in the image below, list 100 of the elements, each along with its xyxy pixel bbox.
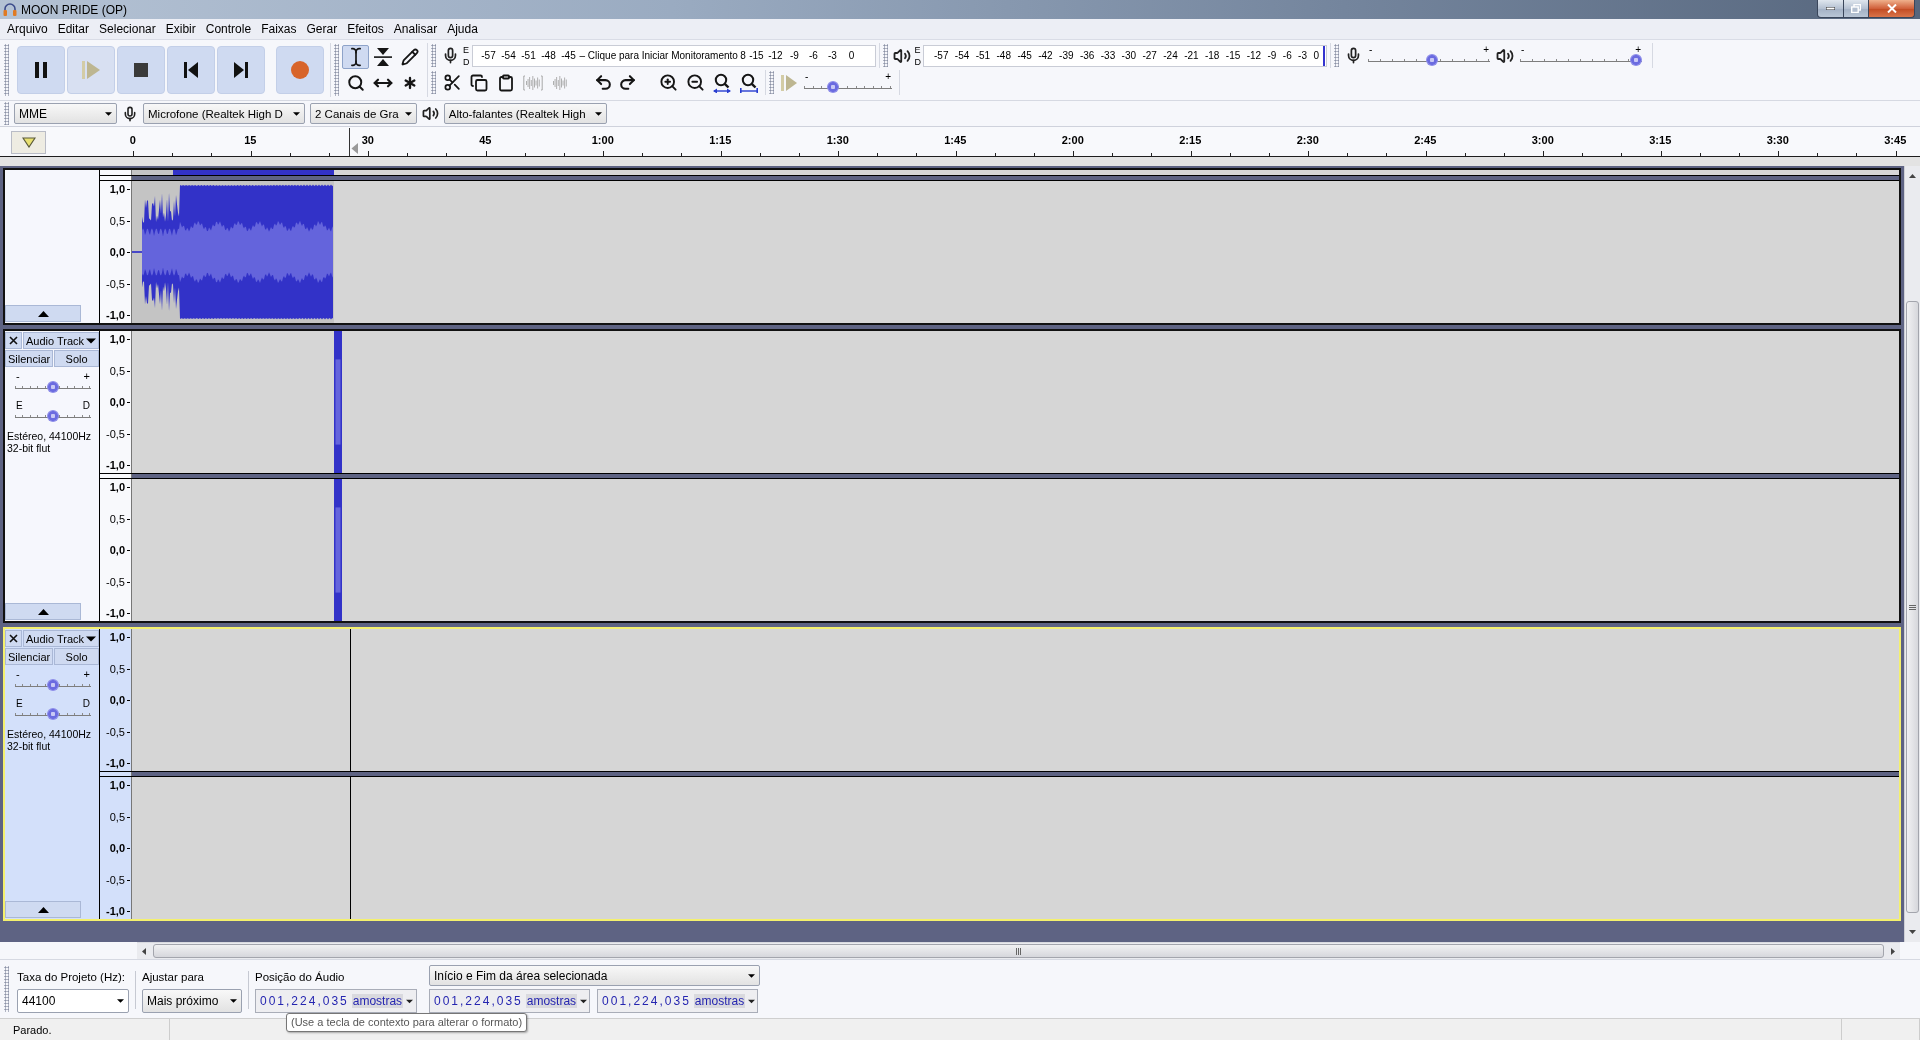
- amplitude-label: 0,0: [109, 694, 131, 707]
- snap-dropdown[interactable]: Mais próximo: [142, 989, 242, 1013]
- magnifier-arrows-icon: [739, 72, 759, 93]
- vertical-ruler[interactable]: 1,0 0,5 0,0 -0,5 -1,0: [100, 181, 132, 323]
- amplitude-label: 0,0: [109, 842, 131, 855]
- slider-thumb[interactable]: [47, 708, 59, 720]
- close-button[interactable]: [1869, 0, 1915, 18]
- tooltip: (Use a tecla de contexto para alterar o formato): [286, 1013, 528, 1032]
- toolbar-grip[interactable]: [4, 102, 9, 125]
- track-name-menu[interactable]: Audio Track: [23, 332, 100, 349]
- vertical-ruler[interactable]: 1,0 0,5 0,0 -0,5 -1,0: [100, 777, 132, 919]
- project-rate-dropdown[interactable]: 44100: [17, 989, 129, 1013]
- triangle-icon: [21, 137, 36, 148]
- output-device-dropdown[interactable]: Alto-falantes (Realtek High: [443, 103, 607, 124]
- vertical-ruler[interactable]: 1,0 0,5 0,0 -0,5 -1,0: [100, 331, 132, 473]
- toolbar-grip[interactable]: [4, 44, 9, 96]
- zoom-in-icon: [658, 73, 678, 92]
- toolbar-grip[interactable]: [769, 71, 774, 94]
- left-arrow-icon: [142, 947, 146, 955]
- menu-item[interactable]: Controle: [200, 19, 257, 39]
- toolbar-grip[interactable]: [431, 44, 436, 67]
- menu-item[interactable]: Analisar: [388, 19, 443, 39]
- amplitude-label: -1,0: [106, 757, 131, 770]
- menu-item[interactable]: Ajuda: [442, 19, 483, 39]
- slider-thumb[interactable]: [47, 410, 59, 422]
- stop-button[interactable]: [117, 46, 165, 94]
- menu-item[interactable]: Selecionar: [94, 19, 161, 39]
- volume-min-label: -: [1521, 45, 1525, 54]
- pause-button[interactable]: [17, 46, 65, 94]
- selection-mode-dropdown[interactable]: Início e Fim da área selecionada: [429, 965, 760, 986]
- menu-item[interactable]: Arquivo: [2, 19, 53, 39]
- time-label: 2:30: [1296, 134, 1319, 148]
- toolbar-grip[interactable]: [4, 966, 9, 1012]
- recording-meter[interactable]: -57 -54 -51 -48 -45 – Clique para Iniciar Monitoramento 8 -15 -12 -9 -6 -3 0: [471, 44, 876, 67]
- scrollbar-thumb[interactable]: [1906, 301, 1919, 913]
- toolbar-grip[interactable]: [882, 44, 888, 67]
- pan-left-label: E: [16, 401, 23, 410]
- time-label: 15: [244, 134, 257, 148]
- time-label: 1:30: [826, 134, 849, 148]
- time-control[interactable]: 001,224,035 amostras: [597, 989, 759, 1013]
- input-device-dropdown[interactable]: Microfone (Realtek High D: [143, 103, 305, 124]
- solo-button[interactable]: Solo: [54, 648, 99, 665]
- menu-item[interactable]: Efeitos: [342, 19, 389, 39]
- slider-thumb[interactable]: [1426, 54, 1439, 66]
- time-label: 0: [129, 134, 136, 148]
- vertical-scrollbar[interactable]: [1904, 166, 1920, 942]
- mute-button[interactable]: Silenciar: [5, 648, 54, 665]
- slider-thumb[interactable]: [47, 679, 59, 691]
- restore-icon: [1851, 4, 1861, 13]
- close-icon: [9, 336, 18, 345]
- selection-tool-button[interactable]: [342, 45, 369, 69]
- caret-icon: [293, 111, 300, 116]
- vertical-ruler[interactable]: 1,0 0,5 0,0 -0,5 -1,0: [100, 479, 132, 621]
- time-label: 3:30: [1766, 134, 1789, 148]
- collapse-button[interactable]: [5, 901, 81, 918]
- collapse-button[interactable]: [5, 603, 81, 620]
- status-text: Parado.: [13, 1023, 52, 1036]
- ruler-options-button[interactable]: [11, 131, 46, 154]
- vertical-ruler[interactable]: [100, 170, 132, 175]
- solo-button[interactable]: Solo: [54, 350, 99, 367]
- mute-button[interactable]: Silenciar: [5, 350, 54, 367]
- fit-project-button[interactable]: [737, 71, 761, 94]
- menu-item[interactable]: Gerar: [301, 19, 343, 39]
- collapse-button[interactable]: [5, 305, 81, 322]
- meter-tick-label: -48: [996, 49, 1011, 62]
- caret-icon: [594, 111, 602, 116]
- vertical-ruler[interactable]: 1,0 0,5 0,0 -0,5 -1,0: [100, 629, 132, 771]
- time-label: 3:15: [1649, 134, 1672, 148]
- meter-tick-label: -18: [1204, 49, 1220, 62]
- meter-tick-label: -3: [1298, 49, 1307, 62]
- toolbar-grip[interactable]: [1334, 44, 1339, 67]
- timeline-ruler[interactable]: 0 15 30 45 1:00 1:15 1:30 1:45 2:00 2:15 2:30 2:45 3:00 3:15 3:30 3:45: [0, 126, 1920, 166]
- restore-button[interactable]: [1844, 0, 1869, 18]
- pause-icon: [35, 62, 47, 78]
- meter-tick-label: -39: [1059, 49, 1074, 62]
- slider-thumb[interactable]: [1630, 54, 1642, 66]
- track-name-menu[interactable]: Audio Track: [23, 630, 100, 647]
- toolbar-grip[interactable]: [334, 44, 339, 96]
- time-control[interactable]: 001,224,035 amostras: [255, 989, 417, 1013]
- host-dropdown[interactable]: MME: [14, 103, 117, 124]
- menu-item[interactable]: Editar: [52, 19, 95, 39]
- menu-item[interactable]: Faixas: [256, 19, 302, 39]
- channels-dropdown[interactable]: 2 Canais de Gra: [310, 103, 417, 124]
- magnifier-icon: [346, 74, 365, 92]
- toolbar-grip[interactable]: [431, 71, 436, 94]
- menu-item[interactable]: Exibir: [160, 19, 201, 39]
- skip-to-start-button[interactable]: [167, 46, 215, 94]
- horizontal-scrollbar[interactable]: [137, 942, 1900, 959]
- wave-area[interactable]: [132, 170, 1899, 175]
- playback-meter[interactable]: -57 -54 -51 -48 -45 -42 -39 -36 -33 -30 -27 -24 -21 -18 -15 -12 -9 -6 -3 0: [923, 44, 1327, 67]
- record-button[interactable]: [276, 46, 324, 94]
- time-control[interactable]: 001,224,035 amostras: [429, 989, 591, 1013]
- amplitude-label: 0,5: [109, 214, 131, 228]
- skip-to-end-button[interactable]: [217, 46, 265, 94]
- scrollbar-thumb[interactable]: [153, 944, 1884, 958]
- minimize-button[interactable]: [1817, 0, 1844, 18]
- meter-tick-label: -54: [954, 49, 970, 62]
- waveform-icon: [550, 74, 570, 91]
- wave-area[interactable]: [132, 181, 1899, 323]
- slider-thumb[interactable]: [47, 381, 59, 393]
